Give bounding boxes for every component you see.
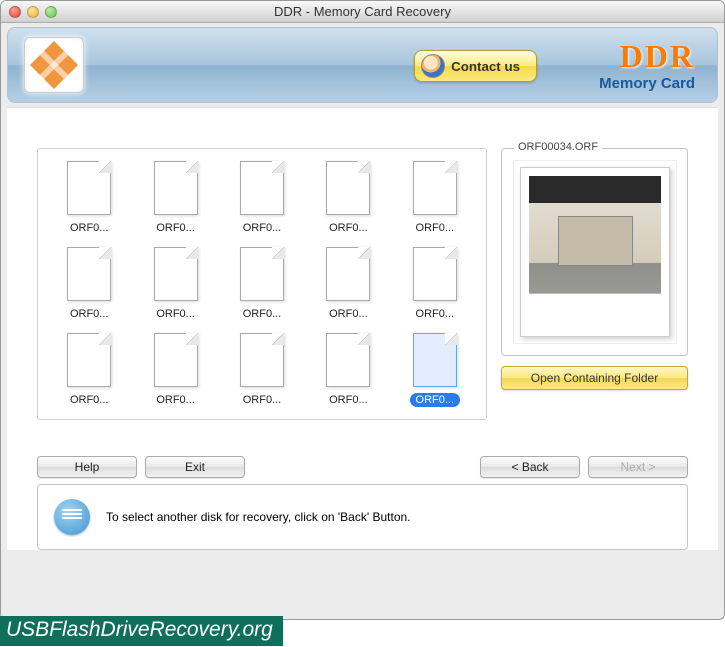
file-icon	[150, 333, 202, 389]
content-area: ORF0... ORF0... ORF0... ORF0... ORF0... ORF0.…	[7, 107, 718, 550]
file-icon	[150, 161, 202, 217]
file-label: ORF0...	[323, 221, 374, 235]
brand-subtitle: Memory Card	[599, 75, 695, 92]
file-item[interactable]: ORF0...	[392, 333, 478, 407]
app-logo	[24, 37, 84, 93]
person-icon	[421, 54, 445, 78]
file-label: ORF0...	[237, 221, 288, 235]
file-icon	[150, 247, 202, 303]
file-icon	[409, 161, 461, 217]
file-item[interactable]: ORF0...	[305, 333, 391, 407]
file-item[interactable]: ORF0...	[219, 333, 305, 407]
window-title: DDR - Memory Card Recovery	[1, 4, 724, 19]
file-icon	[236, 161, 288, 217]
file-icon	[409, 333, 461, 389]
titlebar: DDR - Memory Card Recovery	[1, 1, 724, 23]
file-grid-pane: ORF0... ORF0... ORF0... ORF0... ORF0... ORF0.…	[37, 148, 487, 420]
app-window: DDR - Memory Card Recovery Contact us DD…	[0, 0, 725, 620]
contact-us-button[interactable]: Contact us	[414, 50, 537, 82]
file-item[interactable]: ORF0...	[305, 247, 391, 321]
footer-watermark: USBFlashDriveRecovery.org	[0, 616, 283, 646]
header-banner: Contact us DDR Memory Card	[7, 27, 718, 103]
main-row: ORF0... ORF0... ORF0... ORF0... ORF0... ORF0.…	[37, 148, 688, 420]
file-item[interactable]: ORF0...	[392, 247, 478, 321]
file-item[interactable]: ORF0...	[305, 161, 391, 235]
file-item[interactable]: ORF0...	[392, 161, 478, 235]
logo-icon	[30, 41, 78, 89]
preview-frame: ORF00034.ORF	[501, 148, 688, 356]
help-button[interactable]: Help	[37, 456, 137, 478]
file-label: ORF0...	[150, 221, 201, 235]
file-label: ORF0...	[410, 307, 461, 321]
exit-button[interactable]: Exit	[145, 456, 245, 478]
brand-name: DDR	[599, 38, 695, 75]
preview-filename: ORF00034.ORF	[514, 141, 602, 153]
preview-thumbnail	[520, 167, 670, 337]
file-label: ORF0...	[323, 393, 374, 407]
file-icon	[322, 247, 374, 303]
file-icon	[322, 333, 374, 389]
back-button[interactable]: < Back	[480, 456, 580, 478]
preview-image	[529, 176, 661, 328]
brand-block: DDR Memory Card	[599, 38, 695, 92]
file-icon	[322, 161, 374, 217]
file-label: ORF0...	[150, 393, 201, 407]
file-label: ORF0...	[410, 393, 461, 407]
file-label: ORF0...	[64, 393, 115, 407]
preview-column: ORF00034.ORF Open Containing Folder	[501, 148, 688, 420]
file-item[interactable]: ORF0...	[46, 161, 132, 235]
contact-label: Contact us	[451, 59, 520, 74]
next-button: Next >	[588, 456, 688, 478]
file-item[interactable]: ORF0...	[132, 161, 218, 235]
file-icon	[236, 333, 288, 389]
file-label: ORF0...	[410, 221, 461, 235]
file-label: ORF0...	[64, 221, 115, 235]
file-label: ORF0...	[64, 307, 115, 321]
file-item[interactable]: ORF0...	[46, 247, 132, 321]
file-item[interactable]: ORF0...	[219, 161, 305, 235]
file-icon	[236, 247, 288, 303]
file-label: ORF0...	[237, 393, 288, 407]
bottom-button-row: Help Exit < Back Next >	[37, 456, 688, 478]
file-item[interactable]: ORF0...	[132, 333, 218, 407]
file-item[interactable]: ORF0...	[132, 247, 218, 321]
file-icon	[63, 247, 115, 303]
file-icon	[63, 161, 115, 217]
file-label: ORF0...	[150, 307, 201, 321]
open-containing-folder-button[interactable]: Open Containing Folder	[501, 366, 688, 390]
file-icon	[409, 247, 461, 303]
info-panel: To select another disk for recovery, cli…	[37, 484, 688, 550]
file-label: ORF0...	[323, 307, 374, 321]
info-icon	[54, 499, 90, 535]
file-item[interactable]: ORF0...	[46, 333, 132, 407]
file-icon	[63, 333, 115, 389]
file-item[interactable]: ORF0...	[219, 247, 305, 321]
file-grid: ORF0... ORF0... ORF0... ORF0... ORF0... ORF0.…	[46, 161, 478, 407]
file-label: ORF0...	[237, 307, 288, 321]
info-text: To select another disk for recovery, cli…	[106, 510, 411, 524]
